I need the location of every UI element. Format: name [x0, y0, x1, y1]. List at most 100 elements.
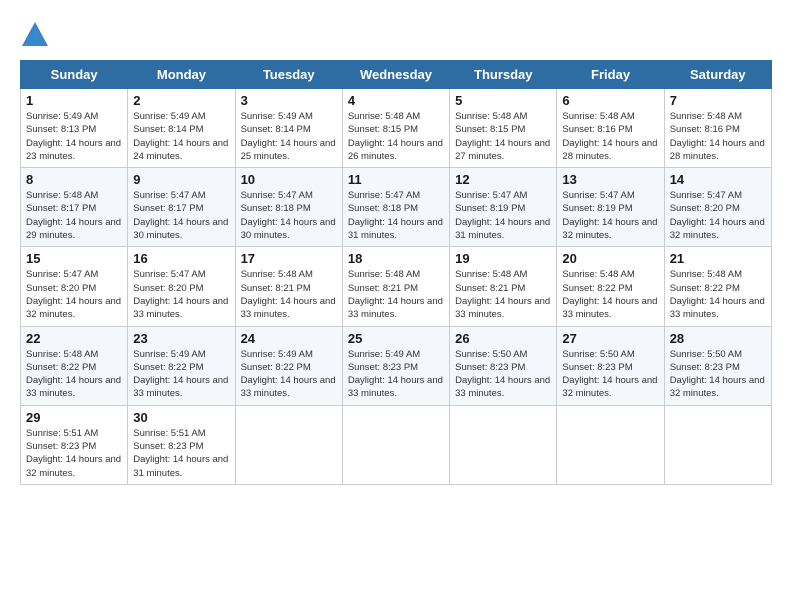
calendar-week-row: 22 Sunrise: 5:48 AMSunset: 8:22 PMDayligh…: [21, 326, 772, 405]
day-info: Sunrise: 5:47 AMSunset: 8:17 PMDaylight:…: [133, 189, 229, 242]
calendar-cell: 12 Sunrise: 5:47 AMSunset: 8:19 PMDayligh…: [450, 168, 557, 247]
calendar-week-row: 29 Sunrise: 5:51 AMSunset: 8:23 PMDayligh…: [21, 405, 772, 484]
calendar-cell: 18 Sunrise: 5:48 AMSunset: 8:21 PMDayligh…: [342, 247, 449, 326]
day-info: Sunrise: 5:47 AMSunset: 8:20 PMDaylight:…: [670, 189, 766, 242]
day-number: 8: [26, 172, 122, 187]
day-info: Sunrise: 5:47 AMSunset: 8:18 PMDaylight:…: [241, 189, 337, 242]
calendar-header-row: SundayMondayTuesdayWednesdayThursdayFrid…: [21, 61, 772, 89]
day-info: Sunrise: 5:48 AMSunset: 8:21 PMDaylight:…: [455, 268, 551, 321]
day-of-week-header: Friday: [557, 61, 664, 89]
day-number: 3: [241, 93, 337, 108]
day-number: 27: [562, 331, 658, 346]
calendar-cell: 24 Sunrise: 5:49 AMSunset: 8:22 PMDayligh…: [235, 326, 342, 405]
calendar-cell: 21 Sunrise: 5:48 AMSunset: 8:22 PMDayligh…: [664, 247, 771, 326]
day-number: 24: [241, 331, 337, 346]
day-info: Sunrise: 5:48 AMSunset: 8:15 PMDaylight:…: [455, 110, 551, 163]
day-number: 4: [348, 93, 444, 108]
day-info: Sunrise: 5:48 AMSunset: 8:17 PMDaylight:…: [26, 189, 122, 242]
day-info: Sunrise: 5:50 AMSunset: 8:23 PMDaylight:…: [455, 348, 551, 401]
calendar-cell: 5Sunrise: 5:48 AMSunset: 8:15 PMDaylight…: [450, 89, 557, 168]
calendar-cell: 6Sunrise: 5:48 AMSunset: 8:16 PMDaylight…: [557, 89, 664, 168]
day-number: 22: [26, 331, 122, 346]
day-info: Sunrise: 5:48 AMSunset: 8:21 PMDaylight:…: [348, 268, 444, 321]
day-info: Sunrise: 5:49 AMSunset: 8:13 PMDaylight:…: [26, 110, 122, 163]
calendar-cell: 11Sunrise: 5:47 AMSunset: 8:18 PMDayligh…: [342, 168, 449, 247]
calendar-cell: 30 Sunrise: 5:51 AMSunset: 8:23 PMDayligh…: [128, 405, 235, 484]
day-number: 12: [455, 172, 551, 187]
day-info: Sunrise: 5:48 AMSunset: 8:16 PMDaylight:…: [670, 110, 766, 163]
day-info: Sunrise: 5:48 AMSunset: 8:22 PMDaylight:…: [562, 268, 658, 321]
calendar-cell: [664, 405, 771, 484]
day-number: 11: [348, 172, 444, 187]
calendar-cell: [235, 405, 342, 484]
day-number: 2: [133, 93, 229, 108]
calendar-cell: 10 Sunrise: 5:47 AMSunset: 8:18 PMDayligh…: [235, 168, 342, 247]
calendar-cell: 27 Sunrise: 5:50 AMSunset: 8:23 PMDayligh…: [557, 326, 664, 405]
day-number: 13: [562, 172, 658, 187]
day-number: 18: [348, 251, 444, 266]
calendar-cell: 8 Sunrise: 5:48 AMSunset: 8:17 PMDaylight…: [21, 168, 128, 247]
day-number: 9: [133, 172, 229, 187]
calendar-cell: 14 Sunrise: 5:47 AMSunset: 8:20 PMDayligh…: [664, 168, 771, 247]
day-info: Sunrise: 5:48 AMSunset: 8:22 PMDaylight:…: [26, 348, 122, 401]
day-number: 23: [133, 331, 229, 346]
calendar-cell: 13Sunrise: 5:47 AMSunset: 8:19 PMDayligh…: [557, 168, 664, 247]
calendar-week-row: 8 Sunrise: 5:48 AMSunset: 8:17 PMDaylight…: [21, 168, 772, 247]
page-header: [20, 20, 772, 50]
day-info: Sunrise: 5:50 AMSunset: 8:23 PMDaylight:…: [562, 348, 658, 401]
day-number: 20: [562, 251, 658, 266]
calendar-cell: 26Sunrise: 5:50 AMSunset: 8:23 PMDayligh…: [450, 326, 557, 405]
day-of-week-header: Thursday: [450, 61, 557, 89]
day-info: Sunrise: 5:47 AMSunset: 8:20 PMDaylight:…: [133, 268, 229, 321]
day-number: 29: [26, 410, 122, 425]
calendar-table: SundayMondayTuesdayWednesdayThursdayFrid…: [20, 60, 772, 485]
calendar-cell: 4 Sunrise: 5:48 AMSunset: 8:15 PMDaylight…: [342, 89, 449, 168]
day-of-week-header: Monday: [128, 61, 235, 89]
calendar-cell: 22 Sunrise: 5:48 AMSunset: 8:22 PMDayligh…: [21, 326, 128, 405]
day-number: 15: [26, 251, 122, 266]
calendar-cell: 20 Sunrise: 5:48 AMSunset: 8:22 PMDayligh…: [557, 247, 664, 326]
calendar-cell: 17 Sunrise: 5:48 AMSunset: 8:21 PMDayligh…: [235, 247, 342, 326]
day-info: Sunrise: 5:50 AMSunset: 8:23 PMDaylight:…: [670, 348, 766, 401]
day-info: Sunrise: 5:49 AMSunset: 8:22 PMDaylight:…: [133, 348, 229, 401]
day-number: 28: [670, 331, 766, 346]
calendar-cell: 9 Sunrise: 5:47 AMSunset: 8:17 PMDaylight…: [128, 168, 235, 247]
day-number: 10: [241, 172, 337, 187]
day-number: 1: [26, 93, 122, 108]
day-info: Sunrise: 5:51 AMSunset: 8:23 PMDaylight:…: [133, 427, 229, 480]
day-info: Sunrise: 5:49 AMSunset: 8:23 PMDaylight:…: [348, 348, 444, 401]
day-info: Sunrise: 5:47 AMSunset: 8:20 PMDaylight:…: [26, 268, 122, 321]
day-info: Sunrise: 5:48 AMSunset: 8:22 PMDaylight:…: [670, 268, 766, 321]
day-number: 14: [670, 172, 766, 187]
day-info: Sunrise: 5:48 AMSunset: 8:21 PMDaylight:…: [241, 268, 337, 321]
day-number: 17: [241, 251, 337, 266]
calendar-cell: 15 Sunrise: 5:47 AMSunset: 8:20 PMDayligh…: [21, 247, 128, 326]
calendar-cell: 29Sunrise: 5:51 AMSunset: 8:23 PMDayligh…: [21, 405, 128, 484]
calendar-cell: 1 Sunrise: 5:49 AMSunset: 8:13 PMDaylight…: [21, 89, 128, 168]
calendar-cell: 28 Sunrise: 5:50 AMSunset: 8:23 PMDayligh…: [664, 326, 771, 405]
calendar-cell: 25 Sunrise: 5:49 AMSunset: 8:23 PMDayligh…: [342, 326, 449, 405]
day-of-week-header: Tuesday: [235, 61, 342, 89]
day-info: Sunrise: 5:49 AMSunset: 8:22 PMDaylight:…: [241, 348, 337, 401]
logo: [20, 20, 56, 50]
day-of-week-header: Saturday: [664, 61, 771, 89]
day-number: 30: [133, 410, 229, 425]
calendar-cell: 23 Sunrise: 5:49 AMSunset: 8:22 PMDayligh…: [128, 326, 235, 405]
day-number: 19: [455, 251, 551, 266]
day-info: Sunrise: 5:47 AMSunset: 8:19 PMDaylight:…: [455, 189, 551, 242]
calendar-cell: [557, 405, 664, 484]
calendar-cell: [342, 405, 449, 484]
calendar-cell: 7Sunrise: 5:48 AMSunset: 8:16 PMDaylight…: [664, 89, 771, 168]
calendar-cell: 16 Sunrise: 5:47 AMSunset: 8:20 PMDayligh…: [128, 247, 235, 326]
day-number: 25: [348, 331, 444, 346]
day-number: 16: [133, 251, 229, 266]
day-info: Sunrise: 5:48 AMSunset: 8:15 PMDaylight:…: [348, 110, 444, 163]
calendar-week-row: 15 Sunrise: 5:47 AMSunset: 8:20 PMDayligh…: [21, 247, 772, 326]
calendar-body: 1 Sunrise: 5:49 AMSunset: 8:13 PMDaylight…: [21, 89, 772, 485]
logo-icon: [20, 20, 50, 50]
calendar-cell: 3Sunrise: 5:49 AMSunset: 8:14 PMDaylight…: [235, 89, 342, 168]
calendar-week-row: 1 Sunrise: 5:49 AMSunset: 8:13 PMDaylight…: [21, 89, 772, 168]
calendar-cell: 19 Sunrise: 5:48 AMSunset: 8:21 PMDayligh…: [450, 247, 557, 326]
day-number: 21: [670, 251, 766, 266]
day-number: 6: [562, 93, 658, 108]
